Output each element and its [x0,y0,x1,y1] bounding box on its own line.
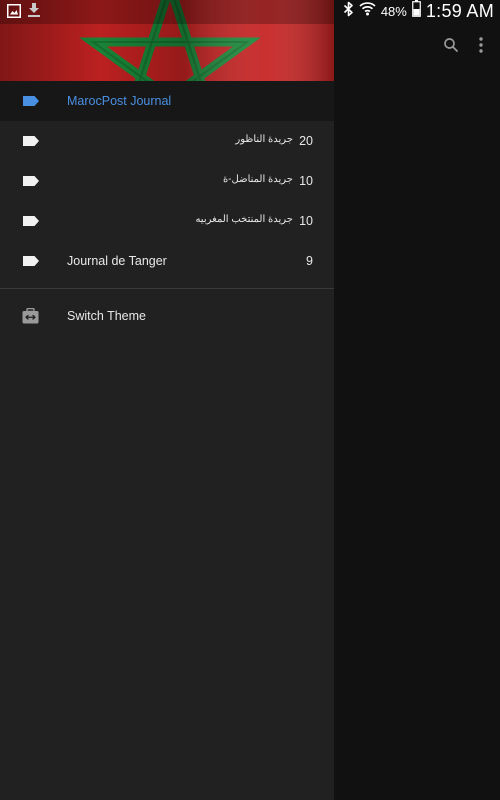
drawer-item-almounadila[interactable]: جريدة المناضل-ة 10 [0,161,334,201]
battery-percent: 48% [380,3,407,19]
drawer-item-count: 10 [299,174,313,188]
drawer-item-journal-de-tanger[interactable]: Journal de Tanger 9 [0,241,334,281]
drawer-item-label: Journal de Tanger [67,254,167,268]
switch-theme-label: Switch Theme [67,309,146,323]
drawer-item-count: 20 [299,134,313,148]
content-area [334,0,500,800]
toolbar-actions [442,36,484,59]
battery-icon [411,0,421,22]
bluetooth-icon [343,1,354,22]
gallery-icon [7,3,21,23]
drawer-list: MarocPost Journal جريدة الناظور 20 جريدة… [0,81,334,343]
drawer-item-label: جريدة الناظور [235,134,293,145]
download-icon [27,3,41,23]
switch-theme-icon [22,308,39,324]
search-icon[interactable] [442,36,460,59]
drawer-item-nador[interactable]: جريدة الناظور 20 [0,121,334,161]
drawer-item-label: جريدة المناضل-ة [222,174,293,185]
status-right: 48% 1:59 AM [343,0,494,22]
drawer-item-almountakhab[interactable]: جريدة المنتخب المغربيه 10 [0,201,334,241]
status-left-icons [7,3,41,23]
label-tag-icon [23,96,39,106]
wifi-icon [359,1,376,21]
drawer-item-count: 10 [299,214,313,228]
label-tag-icon [23,176,39,186]
switch-theme-button[interactable]: Switch Theme [0,289,334,343]
clock-time: 1:59 AM [425,0,494,21]
label-tag-icon [23,256,39,266]
status-bar: 48% 1:59 AM [0,0,500,24]
label-tag-icon [23,216,39,226]
drawer-item-marocpost-journal[interactable]: MarocPost Journal [0,81,334,121]
drawer-item-count: 9 [306,254,313,268]
label-tag-icon [23,136,39,146]
drawer-item-label: جريدة المنتخب المغربيه [195,214,293,225]
more-vert-icon[interactable] [478,36,484,59]
navigation-drawer: MarocPost Journal جريدة الناظور 20 جريدة… [0,0,334,800]
drawer-item-label: MarocPost Journal [67,94,172,108]
